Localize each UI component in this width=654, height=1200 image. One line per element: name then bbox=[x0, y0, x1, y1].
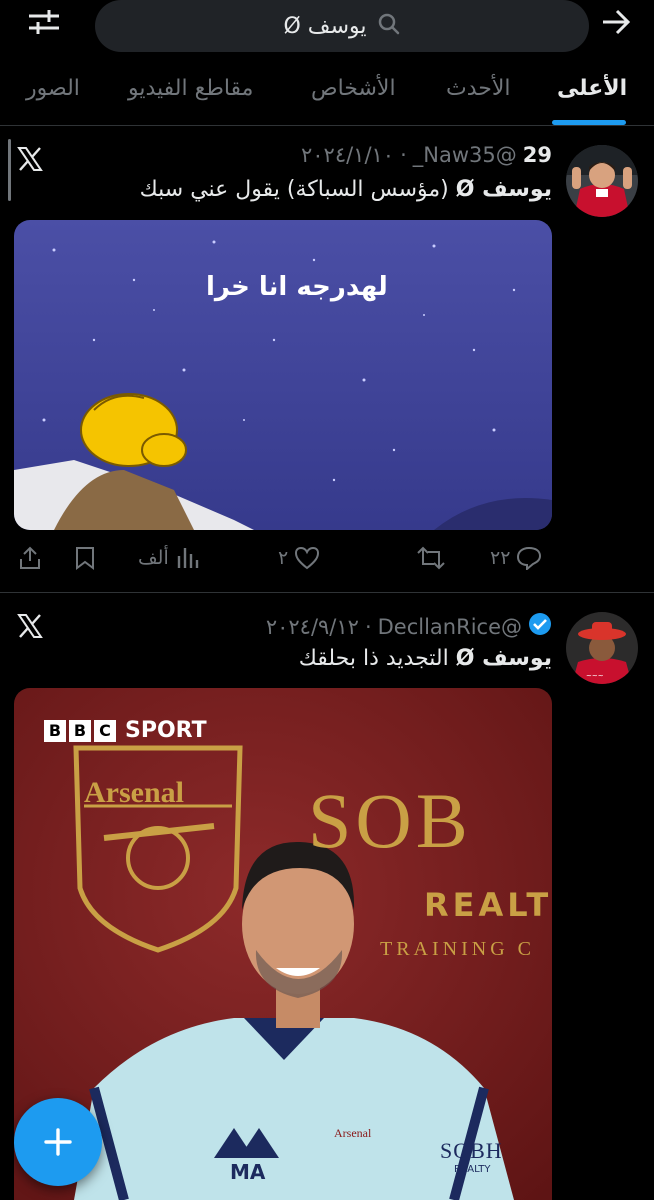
handle[interactable]: @Naw35_ bbox=[413, 143, 517, 167]
tweet-actions: ٢٢ ٢ ألف bbox=[0, 538, 654, 578]
shirt-initials: MA bbox=[230, 1160, 266, 1184]
tweet-body: (مؤسس السباكة) يقول عني سبك bbox=[139, 177, 449, 202]
share-button[interactable] bbox=[18, 546, 42, 570]
views-button[interactable]: ألف bbox=[138, 546, 199, 570]
views-count: ألف bbox=[138, 547, 169, 569]
tab-people[interactable]: الأشخاص bbox=[311, 76, 396, 101]
like-count: ٢ bbox=[278, 547, 289, 569]
retweet-button[interactable] bbox=[410, 546, 446, 570]
sponsor-subtitle: REALT bbox=[424, 886, 552, 924]
tab-videos[interactable]: مقاطع الفيديو bbox=[128, 76, 253, 101]
training-centre-sign: TRAINING C bbox=[380, 938, 535, 960]
tweet[interactable]: ~~~ @DecllanRice · ٢٠٢٤/٩/١٢ يوسف Ø التج… bbox=[0, 594, 654, 1200]
back-arrow-icon[interactable] bbox=[596, 4, 636, 40]
bbc-letter: C bbox=[94, 719, 116, 742]
tweet-date[interactable]: ٢٠٢٤/٩/١٢ bbox=[266, 615, 359, 639]
handle[interactable]: @DecllanRice bbox=[378, 615, 522, 639]
heart-icon bbox=[295, 546, 320, 570]
views-icon bbox=[177, 548, 198, 568]
plus-icon bbox=[44, 1128, 72, 1156]
separator-dot: · bbox=[400, 143, 407, 167]
tweet-media[interactable]: لهدرجه انا خرا bbox=[14, 220, 552, 530]
top-bar: يوسف Ø bbox=[0, 0, 654, 62]
tweet-header: @DecllanRice · ٢٠٢٤/٩/١٢ bbox=[266, 612, 552, 641]
active-tab-indicator bbox=[552, 120, 626, 125]
display-name[interactable]: 29 bbox=[523, 143, 552, 167]
mention-name: يوسف Ø bbox=[455, 646, 552, 671]
search-query: يوسف Ø bbox=[283, 13, 367, 39]
tweet-text: يوسف Ø التجديد ذا بحلقك bbox=[299, 646, 552, 671]
like-button[interactable]: ٢ bbox=[278, 546, 320, 570]
search-input[interactable]: يوسف Ø bbox=[95, 0, 589, 52]
share-icon bbox=[20, 546, 40, 569]
bookmark-icon bbox=[76, 547, 94, 570]
media-caption: لهدرجه انا خرا bbox=[206, 272, 388, 302]
tab-top[interactable]: الأعلى bbox=[557, 76, 627, 101]
search-icon bbox=[377, 12, 401, 40]
mention-name: يوسف Ø bbox=[455, 177, 552, 202]
retweet-icon bbox=[417, 546, 445, 570]
shirt-sponsor-sub: REALTY bbox=[454, 1164, 491, 1175]
tweet-header: 29 @Naw35_ · ٢٠٢٤/١/١٠ bbox=[301, 143, 552, 167]
bbc-sport-label: SPORT bbox=[125, 718, 207, 743]
verified-badge-icon bbox=[528, 612, 552, 641]
tweet-body: التجديد ذا بحلقك bbox=[298, 646, 449, 671]
crest-club-name: Arsenal bbox=[84, 776, 184, 809]
search-tabs: الأعلى الأحدث الأشخاص مقاطع الفيديو الصو… bbox=[0, 62, 654, 126]
compose-button[interactable] bbox=[14, 1098, 102, 1186]
avatar[interactable]: ~~~ bbox=[566, 612, 638, 684]
thread-line bbox=[8, 139, 11, 201]
filter-icon[interactable] bbox=[22, 4, 66, 40]
tweet[interactable]: 29 @Naw35_ · ٢٠٢٤/١/١٠ يوسف Ø (مؤسس السب… bbox=[0, 127, 654, 593]
x-logo-icon bbox=[16, 145, 44, 173]
bbc-logo: B B C SPORT bbox=[44, 718, 207, 743]
bbc-letter: B bbox=[44, 719, 66, 742]
tab-photos[interactable]: الصور bbox=[26, 76, 80, 101]
bbc-letter: B bbox=[69, 719, 91, 742]
x-logo-icon bbox=[16, 612, 44, 640]
shirt-sponsor: SOBH bbox=[440, 1138, 503, 1163]
tweet-date[interactable]: ٢٠٢٤/١/١٠ bbox=[301, 143, 394, 167]
avatar[interactable] bbox=[566, 145, 638, 217]
tweet-text: يوسف Ø (مؤسس السباكة) يقول عني سبك bbox=[140, 177, 552, 202]
separator-dot: · bbox=[364, 614, 372, 639]
shirt-club-badge: Arsenal bbox=[334, 1126, 372, 1140]
tab-latest[interactable]: الأحدث bbox=[446, 76, 511, 101]
svg-text:~~~: ~~~ bbox=[586, 672, 604, 680]
reply-count: ٢٢ bbox=[490, 547, 511, 569]
reply-icon bbox=[517, 546, 542, 570]
bookmark-button[interactable] bbox=[74, 546, 96, 570]
sponsor-wordmark: SOB bbox=[308, 777, 472, 864]
reply-button[interactable]: ٢٢ bbox=[490, 546, 542, 570]
